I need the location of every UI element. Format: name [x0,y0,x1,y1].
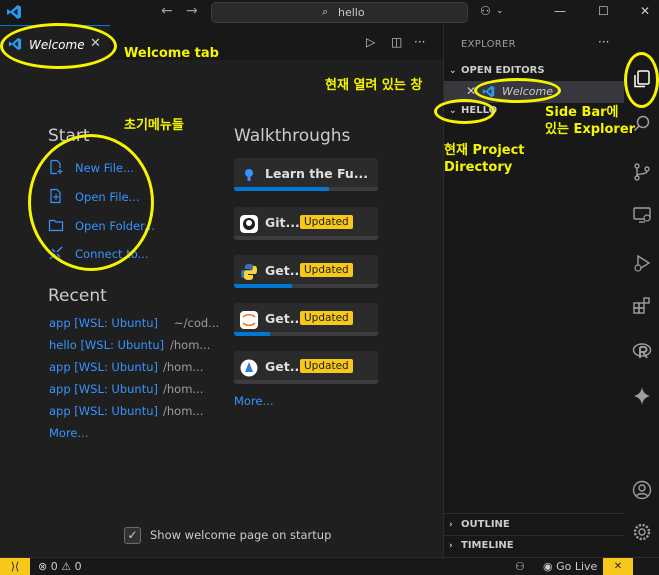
sidebar-bottom-panels: › OUTLINE › TIMELINE [444,513,625,557]
annotation-explorer-icon-circle [624,52,659,108]
updated-badge: Updated [300,311,353,325]
open-editors-section[interactable]: ⌄ OPEN EDITORS [449,65,545,76]
recent-item[interactable]: app [WSL: Ubuntu] ~/cod... [49,316,219,330]
progress-bar [234,332,378,336]
annotation-folder-circle [434,99,495,124]
extensions-icon[interactable] [632,295,652,315]
timeline-section[interactable]: › TIMELINE [449,540,514,551]
show-on-startup-label: Show welcome page on startup [150,528,332,542]
walkthroughs-heading: Walkthroughs [234,126,351,146]
chevron-down-icon[interactable]: ⌄ [496,6,504,16]
more-actions-icon[interactable]: ··· [598,35,609,49]
problems-indicator[interactable]: ⊗ 0 ⚠ 0 [38,560,82,573]
notifications-bell-icon[interactable]: ✕ [603,558,633,575]
recent-item[interactable]: app [WSL: Ubuntu] /hom... [49,382,203,396]
remote-explorer-icon[interactable] [632,205,652,225]
run-icon[interactable]: ▷ [366,35,375,49]
github-icon [240,215,258,233]
source-control-icon[interactable] [632,162,652,182]
progress-bar [234,380,378,384]
gear-icon[interactable] [632,522,652,542]
command-center-search[interactable]: ⌕ hello [211,2,468,23]
progress-bar [234,284,378,288]
annotation-sidebar-explorer-2: 있는 Explorer [545,122,636,137]
sparkle-icon[interactable] [632,386,652,406]
annotation-open-editor-circle [474,78,561,103]
error-icon: ⊗ [38,560,48,573]
minimize-icon[interactable]: — [554,4,566,18]
divider [444,535,624,536]
annotation-welcome-tab-circle [0,23,117,69]
remote-indicator-icon[interactable]: ⟩⟨ [0,558,30,575]
go-live-button[interactable]: ◉ Go Live [543,560,597,573]
status-bar: ⟩⟨ ⊗ 0 ⚠ 0 ⚇ ◉ Go Live ✕ [0,557,659,575]
copilot-icon[interactable]: ⚇ [480,4,491,18]
warning-icon: ⚠ [61,560,72,573]
annotation-sidebar-explorer-1: Side Bar에 [545,105,619,120]
walkthroughs-more-link[interactable]: More... [234,394,273,408]
chevron-right-icon: › [449,520,453,530]
recent-item[interactable]: app [WSL: Ubuntu] /hom... [49,360,203,374]
show-on-startup-checkbox[interactable]: ✓ [124,527,141,544]
recent-heading: Recent [48,286,107,306]
annotation-project-dir-1: 현재 Project [444,143,525,158]
forward-arrow-icon[interactable]: → [186,3,198,19]
broadcast-icon: ◉ [543,560,553,573]
walkthrough-card[interactable]: Get... Updated [234,255,378,288]
updated-badge: Updated [300,215,353,229]
updated-badge: Updated [300,263,353,277]
maximize-icon[interactable]: ☐ [598,4,609,18]
progress-bar [234,236,378,240]
python-icon [241,264,257,280]
search-icon: ⌕ [322,5,329,18]
walkthrough-card[interactable]: Learn the Fu... [234,158,378,191]
annotation-welcome-tab: Welcome tab [124,46,219,61]
vscode-logo-icon [7,5,21,19]
progress-bar [234,187,378,191]
walkthrough-card[interactable]: Get... Updated [234,351,378,384]
divider [444,513,624,514]
close-window-icon[interactable]: ✕ [640,4,650,18]
updated-badge: Updated [300,359,353,373]
more-actions-icon[interactable]: ··· [414,35,425,49]
run-debug-icon[interactable] [632,253,652,273]
annotation-open-window: 현재 열려 있는 창 [325,78,423,93]
annotation-project-dir-2: Directory [444,160,513,175]
title-bar: ← → ⌕ hello ⚇ ⌄ — ☐ ✕ [0,0,659,25]
azure-container-icon [240,359,258,377]
recent-more-link[interactable]: More... [49,426,88,440]
chevron-right-icon: › [449,541,453,551]
welcome-page: Start New File... Open File... Open Fold… [0,60,443,557]
explorer-title: EXPLORER [461,39,516,50]
back-arrow-icon[interactable]: ← [161,3,173,19]
split-editor-icon[interactable]: ◫ [391,35,402,49]
walkthrough-card[interactable]: Get... Updated [234,303,378,336]
account-icon[interactable] [632,480,652,500]
chevron-down-icon: ⌄ [449,66,457,76]
outline-section[interactable]: › OUTLINE [449,519,510,530]
annotation-initial-menus: 초기메뉴들 [124,118,184,133]
recent-item[interactable]: app [WSL: Ubuntu] /hom... [49,404,203,418]
jupyter-icon [240,311,258,329]
walkthrough-card[interactable]: Git... Updated [234,207,378,240]
annotation-start-menu-circle [28,134,154,271]
r-language-icon[interactable] [632,341,652,361]
copilot-status-icon[interactable]: ⚇ [515,560,525,573]
recent-item[interactable]: hello [WSL: Ubuntu] /hom... [49,338,210,352]
lightbulb-icon [245,169,253,181]
search-text: hello [338,6,365,19]
